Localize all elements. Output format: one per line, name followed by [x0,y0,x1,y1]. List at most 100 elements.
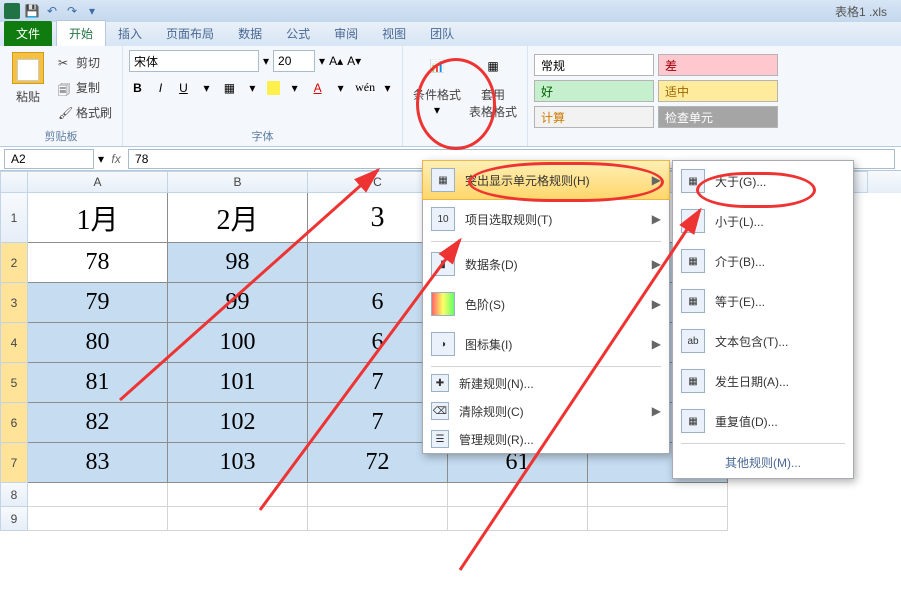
ribbon-tabs: 文件 开始 插入 页面布局 数据 公式 审阅 视图 团队 [0,22,901,46]
cell-B5[interactable]: 101 [168,363,308,403]
rule-equal[interactable]: ▦等于(E)... [673,281,853,321]
cell-A1[interactable]: 1月 [28,193,168,243]
bold-button[interactable]: B [129,81,146,95]
paste-button[interactable]: 粘贴 [6,50,50,128]
new-rule-icon: ✚ [431,374,449,392]
style-check[interactable]: 检查单元 [658,106,778,128]
qa-undo-icon[interactable]: ↶ [44,3,60,19]
cell-B2[interactable]: 98 [168,243,308,283]
row-head-4[interactable]: 4 [0,323,28,363]
row-head-3[interactable]: 3 [0,283,28,323]
arrow-right-icon: ▶ [652,404,661,418]
tab-review[interactable]: 审阅 [322,21,370,46]
row-head-1[interactable]: 1 [0,193,28,243]
arrow-right-icon: ▶ [652,212,661,226]
row-head-6[interactable]: 6 [0,403,28,443]
lt-icon: ▦ [681,209,705,233]
highlight-rules-submenu: ▦大于(G)... ▦小于(L)... ▦介于(B)... ▦等于(E)... … [672,160,854,479]
excel-icon [4,3,20,19]
qa-drop-icon[interactable]: ▾ [84,3,100,19]
row-head-7[interactable]: 7 [0,443,28,483]
style-mid[interactable]: 适中 [658,80,778,102]
qa-save-icon[interactable]: 💾 [24,3,40,19]
conditional-format-icon: 📊 [421,50,453,82]
highlight-icon: ▦ [431,168,455,192]
tab-formula[interactable]: 公式 [274,21,322,46]
row-head-9[interactable]: 9 [0,507,28,531]
menu-manage-rules[interactable]: ☰ 管理规则(R)... [423,425,669,453]
name-box[interactable]: A2 [4,149,94,169]
cell-B7[interactable]: 103 [168,443,308,483]
databar-icon: ▮ [431,252,455,276]
cell-B6[interactable]: 102 [168,403,308,443]
cell-B1[interactable]: 2月 [168,193,308,243]
row-head-2[interactable]: 2 [0,243,28,283]
font-color-icon[interactable]: A [309,81,326,95]
qa-redo-icon[interactable]: ↷ [64,3,80,19]
menu-colorscale[interactable]: 色阶(S) ▶ [423,284,669,324]
scissors-icon: ✂ [58,56,72,70]
brush-icon: 🖌 [58,106,72,120]
arrow-right-icon: ▶ [652,297,661,311]
rule-duplicate[interactable]: ▦重复值(D)... [673,401,853,441]
cut-button[interactable]: ✂剪切 [54,52,116,73]
group-cond-format: 📊 条件格式 ▾ ▦ 套用 表格格式 [403,46,528,146]
tab-layout[interactable]: 页面布局 [154,21,226,46]
tab-insert[interactable]: 插入 [106,21,154,46]
tab-data[interactable]: 数据 [226,21,274,46]
underline-button[interactable]: U [175,81,192,95]
italic-button[interactable]: I [152,81,169,95]
arrow-right-icon: ▶ [652,337,661,351]
table-format-button[interactable]: ▦ 套用 表格格式 [467,46,519,128]
phonetic-icon[interactable]: wén [355,80,373,95]
copy-button[interactable]: 🗐复制 [54,77,116,98]
menu-top-rules[interactable]: 10 项目选取规则(T) ▶ [423,199,669,239]
menu-iconset[interactable]: ◑ 图标集(I) ▶ [423,324,669,364]
rule-between[interactable]: ▦介于(B)... [673,241,853,281]
select-all-corner[interactable] [0,171,28,193]
cell-A7[interactable]: 83 [28,443,168,483]
rule-text-contains[interactable]: ab文本包含(T)... [673,321,853,361]
row-head-5[interactable]: 5 [0,363,28,403]
col-B[interactable]: B [168,171,308,193]
grow-font-icon[interactable]: A▴ [329,54,343,68]
style-bad[interactable]: 差 [658,54,778,76]
style-calc[interactable]: 计算 [534,106,654,128]
menu-clear-rules[interactable]: ⌫ 清除规则(C) ▶ [423,397,669,425]
rule-less-than[interactable]: ▦小于(L)... [673,201,853,241]
rule-date[interactable]: ▦发生日期(A)... [673,361,853,401]
col-A[interactable]: A [28,171,168,193]
menu-databar[interactable]: ▮ 数据条(D) ▶ [423,244,669,284]
date-icon: ▦ [681,369,705,393]
top10-icon: 10 [431,207,455,231]
cell-A5[interactable]: 81 [28,363,168,403]
style-normal[interactable]: 常规 [534,54,654,76]
tab-team[interactable]: 团队 [418,21,466,46]
tab-view[interactable]: 视图 [370,21,418,46]
eq-icon: ▦ [681,289,705,313]
cell-A4[interactable]: 80 [28,323,168,363]
cell-A3[interactable]: 79 [28,283,168,323]
cell-B4[interactable]: 100 [168,323,308,363]
fill-color-icon[interactable] [267,81,280,95]
tab-file[interactable]: 文件 [4,21,52,46]
rule-greater-than[interactable]: ▦大于(G)... [673,161,853,201]
conditional-format-button[interactable]: 📊 条件格式 ▾ [411,46,463,128]
font-name-combo[interactable]: 宋体 [129,50,259,72]
font-size-combo[interactable]: 20 [273,50,315,72]
rule-more[interactable]: 其他规则(M)... [673,446,853,478]
border-icon[interactable]: ▦ [221,81,238,95]
brush-button[interactable]: 🖌格式刷 [54,102,116,123]
chevron-down-icon: ▾ [434,103,440,117]
tab-begin[interactable]: 开始 [56,20,106,46]
cell-A6[interactable]: 82 [28,403,168,443]
group-font: 宋体 ▾ 20 ▾ A▴ A▾ B I U▾ ▦▾ ▾ A▾ wén▾ 字体 [123,46,403,146]
cell-B3[interactable]: 99 [168,283,308,323]
style-good[interactable]: 好 [534,80,654,102]
shrink-font-icon[interactable]: A▾ [347,54,361,68]
row-head-8[interactable]: 8 [0,483,28,507]
menu-highlight-cells[interactable]: ▦ 突出显示单元格规则(H) ▶ [422,160,670,200]
cell-A2[interactable]: 78 [28,243,168,283]
menu-new-rule[interactable]: ✚ 新建规则(N)... [423,369,669,397]
fx-icon[interactable]: fx [104,152,128,166]
